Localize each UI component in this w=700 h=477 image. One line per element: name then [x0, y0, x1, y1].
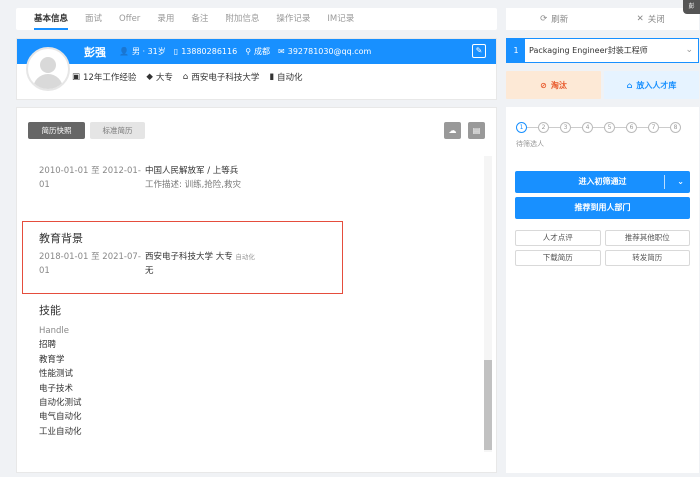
skill-item: 电子技术: [39, 383, 74, 394]
pipeline-step[interactable]: 8: [670, 122, 681, 133]
education-school: 西安电子科技大学 大专: [145, 252, 233, 262]
candidate-profile-card: 彭强 👤 男 · 31岁 ▯ 13880286116 ⚲ 成都 ✉ 392781030@…: [16, 38, 497, 100]
work-date: 2010-01-01 至 2012-01-01: [39, 166, 141, 190]
top-actions: ⟳ 刷新 ✕ 关闭: [506, 8, 699, 30]
work-detail: 中国人民解放军 / 上等兵 工作描述: 训练,抢险,救灾: [145, 164, 241, 192]
phone-icon: ▯: [173, 47, 179, 56]
document-icon[interactable]: ▤: [468, 122, 485, 139]
refresh-icon: ⟳: [540, 14, 548, 24]
education-title: 教育背景: [39, 232, 83, 245]
pipeline-step[interactable]: 2: [538, 122, 549, 133]
work-company: 中国人民解放军 / 上等兵: [145, 166, 239, 176]
job-select[interactable]: 1 Packaging Engineer封装工程师 ⌄: [506, 38, 699, 63]
pipeline-steps: 1 2 3 4 5 6 7 8: [516, 122, 681, 133]
avatar: [26, 47, 70, 91]
talent-review-button[interactable]: 人才点评: [515, 230, 601, 246]
work-description: 工作描述: 训练,抢险,救灾: [145, 180, 241, 190]
tab-extra-info[interactable]: 附加信息: [225, 8, 259, 30]
pipeline-step[interactable]: 5: [604, 122, 615, 133]
pipeline-step[interactable]: 1: [516, 122, 527, 133]
skill-item: 工业自动化: [39, 426, 82, 437]
secondary-actions: 人才点评 推荐其他职位 下载简历 转发简历: [515, 230, 690, 266]
education-major: 自动化: [235, 253, 255, 261]
current-stage-label: 待筛选人: [516, 140, 544, 148]
scrollbar-thumb[interactable]: [484, 360, 492, 450]
education-note: 无: [145, 266, 154, 276]
skill-item: 自动化测试: [39, 398, 82, 409]
skill-item: 教育学: [39, 354, 65, 365]
skill-item: 电气自动化: [39, 412, 82, 423]
tab-operation-log[interactable]: 操作记录: [276, 8, 310, 30]
resume-panel: 简历快照 标准简历 ☁ ▤ 2010-01-01 至 2012-01-01 中国…: [16, 107, 497, 473]
refresh-button[interactable]: ⟳ 刷新: [506, 8, 603, 30]
tab-offer[interactable]: Offer: [119, 8, 140, 30]
standard-resume-button[interactable]: 标准简历: [90, 122, 145, 139]
corner-badge: 彭: [683, 0, 700, 14]
pipeline-step[interactable]: 6: [626, 122, 637, 133]
graduation-cap-icon: ◆: [146, 72, 153, 82]
tab-basic-info[interactable]: 基本信息: [34, 8, 69, 30]
job-index: 1: [507, 39, 525, 62]
skill-item: 招聘: [39, 340, 57, 351]
skill-item: 性能测试: [39, 369, 74, 380]
person-icon: 👤: [119, 47, 129, 56]
pass-screening-button[interactable]: 进入初筛通过 ⌄: [515, 171, 690, 193]
profile-summary: ▣ 12年工作经验 ◆ 大专 ⌂ 西安电子科技大学 ▮ 自动化: [72, 72, 303, 83]
tab-hire[interactable]: 录用: [157, 8, 174, 30]
tab-im-log[interactable]: IM记录: [327, 8, 354, 30]
skills-title: 技能: [39, 304, 61, 317]
education-detail: 西安电子科技大学 大专 自动化 无: [145, 250, 255, 278]
job-title: Packaging Engineer封装工程师: [529, 46, 648, 55]
pipeline-step[interactable]: 4: [582, 122, 593, 133]
briefcase-icon: ▣: [72, 72, 81, 82]
cloud-download-icon[interactable]: ☁: [444, 122, 461, 139]
candidate-actions: ⊘ 淘汰 ⌂ 放入人才库: [506, 71, 699, 99]
candidate-name: 彭强: [84, 46, 106, 59]
location-icon: ⚲: [245, 47, 252, 56]
talent-pool-button[interactable]: ⌂ 放入人才库: [604, 71, 699, 99]
ban-icon: ⊘: [540, 80, 547, 90]
skill-item: Handle: [39, 326, 69, 336]
book-icon: ▮: [269, 72, 275, 82]
contact-info: 👤 男 · 31岁 ▯ 13880286116 ⚲ 成都 ✉ 392781030@qq.…: [119, 47, 372, 56]
inbox-icon: ⌂: [626, 80, 633, 90]
chevron-down-icon[interactable]: ⌄: [677, 171, 684, 193]
education-date: 2018-01-01 至 2021-07-01: [39, 252, 141, 276]
chevron-down-icon: ⌄: [685, 45, 693, 55]
tab-bar: 基本信息 面试 Offer 录用 备注 附加信息 操作记录 IM记录: [16, 8, 497, 30]
close-icon: ✕: [636, 14, 644, 24]
email-icon: ✉: [278, 47, 285, 56]
recommend-other-position-button[interactable]: 推荐其他职位: [604, 230, 690, 246]
recruitment-pipeline-panel: 1 2 3 4 5 6 7 8 待筛选人 进入初筛通过 ⌄ 推荐到用人部门 人才…: [506, 107, 699, 473]
tab-interview[interactable]: 面试: [85, 8, 102, 30]
pipeline-step[interactable]: 3: [560, 122, 571, 133]
school-icon: ⌂: [182, 72, 189, 82]
forward-resume-button[interactable]: 转发简历: [604, 250, 690, 266]
skills-list: Handle 招聘 教育学 性能测试 电子技术 自动化测试 电气自动化 工业自动…: [39, 324, 82, 439]
edit-icon[interactable]: ✎: [472, 44, 486, 58]
eliminate-button[interactable]: ⊘ 淘汰: [506, 71, 601, 99]
recommend-department-button[interactable]: 推荐到用人部门: [515, 197, 690, 219]
download-resume-button[interactable]: 下载简历: [515, 250, 601, 266]
tab-notes[interactable]: 备注: [191, 8, 208, 30]
pipeline-step[interactable]: 7: [648, 122, 659, 133]
resume-snapshot-button[interactable]: 简历快照: [28, 122, 85, 139]
